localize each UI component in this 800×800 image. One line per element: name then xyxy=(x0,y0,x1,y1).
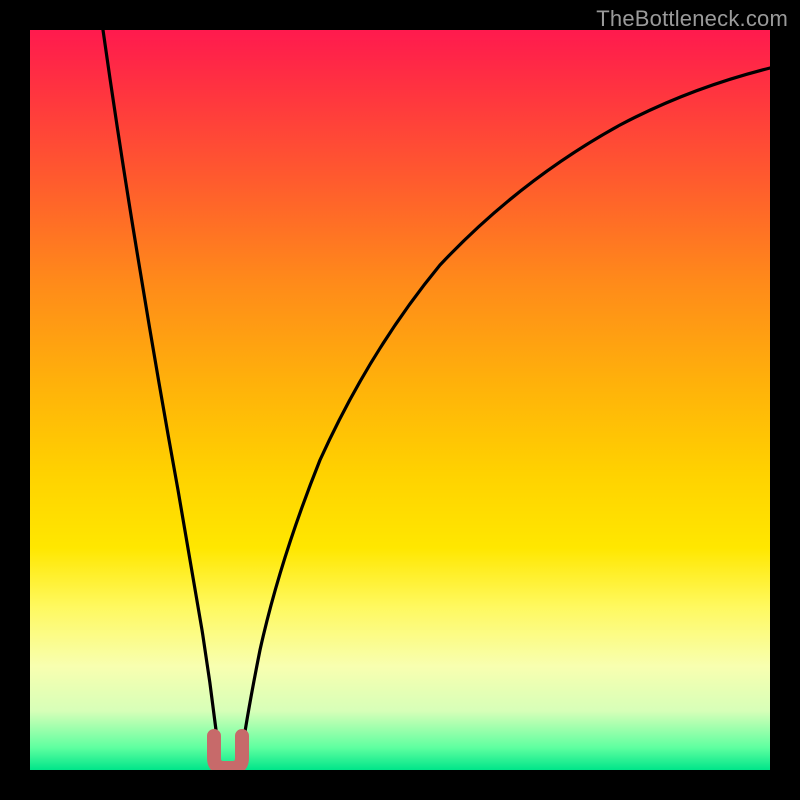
chart-frame: TheBottleneck.com xyxy=(0,0,800,800)
optimal-marker-icon xyxy=(214,736,242,768)
watermark-text: TheBottleneck.com xyxy=(596,6,788,32)
plot-area xyxy=(30,30,770,770)
bottleneck-curve-left xyxy=(103,30,220,765)
bottleneck-curve-right xyxy=(240,68,770,765)
curve-svg xyxy=(30,30,770,770)
